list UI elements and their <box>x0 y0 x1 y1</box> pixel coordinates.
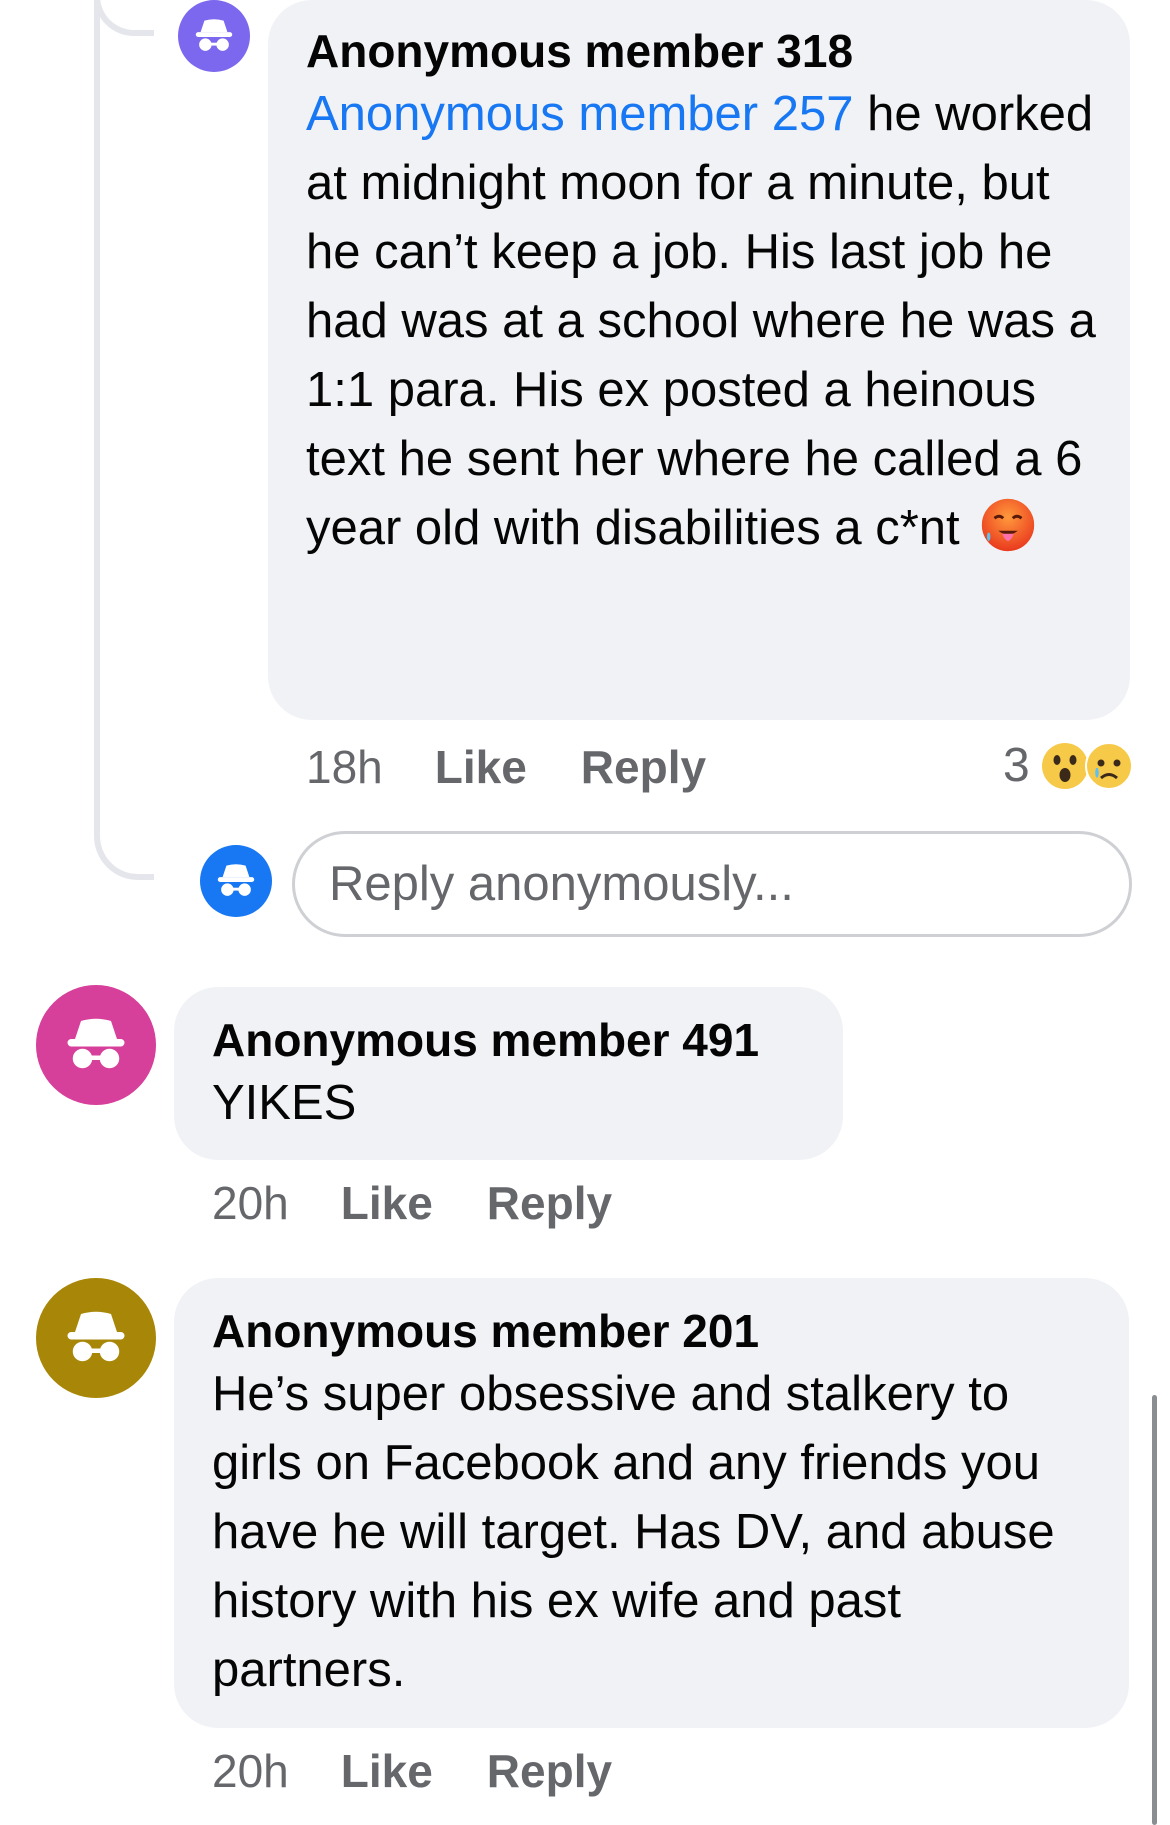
comment-actions: 20h Like Reply <box>212 1176 666 1230</box>
reaction-count: 3 <box>1003 739 1030 792</box>
comment-actions: 20h Like Reply <box>212 1744 666 1798</box>
anonymous-avatar[interactable] <box>36 1278 156 1398</box>
reply-input[interactable]: Reply anonymously... <box>292 831 1132 937</box>
sad-reaction-icon <box>1084 741 1133 790</box>
comment-author[interactable]: Anonymous member 491 <box>212 1011 809 1069</box>
comment-author[interactable]: Anonymous member 318 <box>306 22 1096 80</box>
mention-link[interactable]: Anonymous member 257 <box>306 87 853 141</box>
incognito-icon <box>217 864 255 896</box>
reply-button[interactable]: Reply <box>487 1176 612 1230</box>
comment-text: He’s super obsessive and stalkery to gir… <box>212 1367 1055 1697</box>
anonymous-avatar[interactable] <box>36 985 156 1105</box>
comment-bubble: Anonymous member 201 He’s super obsessiv… <box>174 1278 1129 1728</box>
comment-author[interactable]: Anonymous member 201 <box>212 1302 1095 1360</box>
comment-actions: 18h Like Reply <box>306 740 760 794</box>
comment-timestamp[interactable]: 20h <box>212 1176 289 1230</box>
hot-face-emoji <box>979 496 1037 573</box>
comment-text: Anonymous member 257 he worked at midnig… <box>306 80 1096 573</box>
wow-reaction-icon <box>1041 742 1088 789</box>
incognito-icon <box>195 19 233 51</box>
comment-timestamp[interactable]: 20h <box>212 1744 289 1798</box>
reply-input-placeholder: Reply anonymously... <box>329 857 794 911</box>
incognito-icon <box>67 1018 125 1069</box>
reply-button[interactable]: Reply <box>487 1744 612 1798</box>
scrollbar[interactable] <box>1152 1395 1157 1825</box>
like-button[interactable]: Like <box>341 1744 433 1798</box>
thread-connector <box>94 0 154 880</box>
incognito-icon <box>67 1311 125 1362</box>
comment-timestamp[interactable]: 18h <box>306 740 383 794</box>
anonymous-avatar[interactable] <box>178 0 250 72</box>
like-button[interactable]: Like <box>341 1176 433 1230</box>
comment-body: he worked at midnight moon for a minute,… <box>306 87 1096 555</box>
like-button[interactable]: Like <box>435 740 527 794</box>
comment-bubble: Anonymous member 318 Anonymous member 25… <box>268 0 1130 720</box>
comment-bubble: Anonymous member 491 YIKES <box>174 987 843 1160</box>
reaction-summary[interactable]: 3 <box>1003 738 1134 793</box>
current-user-avatar <box>200 845 272 917</box>
reply-button[interactable]: Reply <box>581 740 706 794</box>
comment-text: YIKES <box>212 1076 357 1130</box>
